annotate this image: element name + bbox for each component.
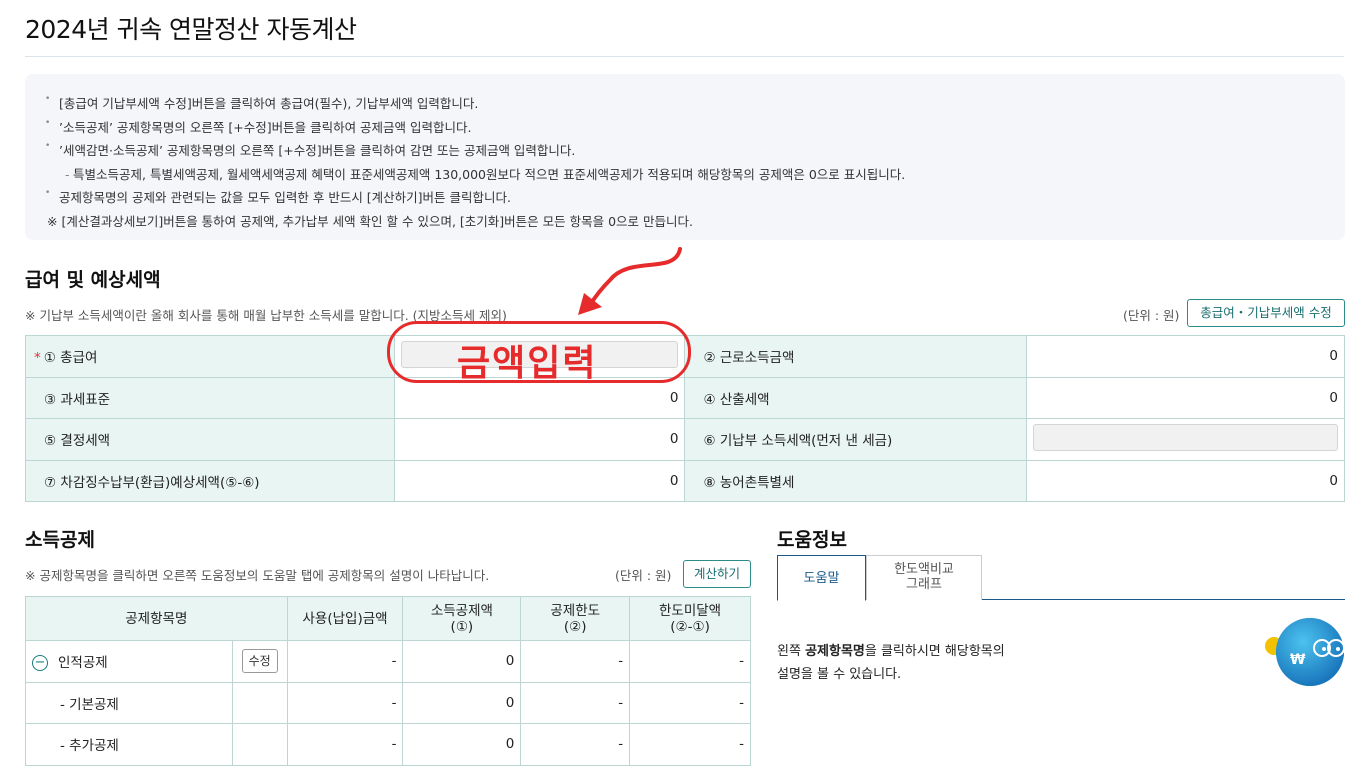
guide-line-4: 특별소득공제, 특별세액공제, 월세액세액공제 혜택이 표준세액공제액 130,… — [43, 163, 1327, 187]
deduction-limit: - — [520, 723, 631, 766]
guide-line-6: ※ [계산결과상세보기]버튼을 통하여 공제액, 추가납부 세액 확인 할 수 … — [47, 213, 693, 229]
guide-line-5: 공제항목명의 공제와 관련되는 값을 모두 입력한 후 반드시 [계산하기]버튼… — [43, 182, 1327, 210]
personal-deduction-name[interactable]: − 인적공제 — [25, 640, 233, 683]
edit-cell: 수정 — [231, 640, 288, 683]
help-text-bold: 공제항목명 — [805, 644, 865, 659]
col-name-header: 공제항목명 — [25, 596, 288, 641]
required-mark: * — [34, 350, 41, 367]
salary-row: ⑤ 결정세액 0 ⑥ 기납부 소득세액(먼저 낸 세금) — [25, 418, 1345, 461]
deduction-note: ※ 공제항목명을 클릭하면 오른쪽 도움정보의 도움말 탭에 공제항목의 설명이… — [25, 568, 490, 583]
col-limit-sub: (②) — [563, 618, 587, 635]
deduction-header-row: 공제항목명 사용(납입)금액 소득공제액 (①) 공제한도 (②) 한도미달액 (②-… — [25, 596, 751, 641]
help-text-suffix: 을 클릭하시면 해당항목의 — [864, 644, 1005, 659]
guide-line-2: ’소득공제’ 공제항목명의 오른쪽 [+수정]버튼을 클릭하여 공제금액 입력합… — [43, 112, 1327, 140]
help-text-prefix: 왼쪽 — [777, 644, 806, 659]
used-amount: - — [286, 640, 404, 683]
col-amount-sub: (①) — [450, 618, 474, 635]
edit-cell — [231, 681, 288, 724]
used-amount: - — [286, 723, 404, 766]
table-row: − 인적공제 수정 - 0 - - — [25, 640, 751, 683]
under-limit: - — [629, 681, 751, 724]
table-row: - 기본공제 - 0 - - — [25, 681, 751, 724]
earned-income-label: ② 근로소득금액 — [684, 335, 1028, 378]
page-title: 2024년 귀속 연말정산 자동계산 — [25, 15, 357, 44]
salary-row: ⑦ 차감징수납부(환급)예상세액(⑤-⑥) 0 ⑧ 농어촌특별세 0 — [25, 459, 1345, 502]
deduction-amount: 0 — [402, 723, 522, 766]
title-divider — [25, 56, 1344, 57]
personal-deduction-edit-button[interactable]: 수정 — [241, 649, 278, 674]
col-under-sub: (②-①) — [670, 618, 710, 635]
annotation-arrow-icon — [578, 247, 682, 315]
earned-income-value: 0 — [1026, 335, 1345, 378]
used-amount: - — [286, 681, 404, 724]
determined-tax-label: ⑤ 결정세액 — [25, 418, 395, 461]
tax-base-label: ③ 과세표준 — [25, 376, 395, 419]
total-salary-label-text: ① 총급여 — [43, 350, 98, 367]
expected-tax-label: ⑦ 차감징수납부(환급)예상세액(⑤-⑥) — [25, 459, 395, 502]
personal-deduction-label: 인적공제 — [58, 655, 108, 672]
salary-edit-button[interactable]: 총급여・기납부세액 수정 — [1187, 299, 1345, 327]
mascot-icon: ₩ — [1265, 618, 1345, 686]
deduction-heading: 소득공제 — [25, 529, 95, 551]
help-tabs: 도움말 한도액비교 그래프 — [777, 555, 1345, 601]
tab-help-label: 도움말 — [803, 571, 840, 586]
deduction-unit: (단위 : 원) — [615, 568, 672, 583]
tab-limit-graph-label: 한도액비교 그래프 — [894, 562, 954, 592]
calculated-tax-label: ④ 산출세액 — [684, 376, 1028, 419]
tab-limit-graph[interactable]: 한도액비교 그래프 — [866, 555, 982, 600]
under-limit: - — [629, 640, 751, 683]
under-limit: - — [629, 723, 751, 766]
col-amount-title: 소득공제액 — [430, 602, 493, 619]
additional-deduction-name[interactable]: - 추가공제 — [25, 723, 233, 766]
deduction-table: 공제항목명 사용(납입)금액 소득공제액 (①) 공제한도 (②) 한도미달액 (②-… — [25, 596, 751, 766]
salary-unit: (단위 : 원) — [1123, 308, 1180, 323]
mascot-symbol: ₩ — [1290, 652, 1306, 668]
help-description: 왼쪽 공제항목명을 클릭하시면 해당항목의 설명을 볼 수 있습니다. — [777, 640, 1005, 686]
total-salary-label: * ① 총급여 — [25, 335, 395, 378]
col-limit-header: 공제한도 (②) — [520, 596, 631, 641]
col-used-header: 사용(납입)금액 — [286, 596, 404, 641]
salary-heading: 급여 및 예상세액 — [25, 269, 161, 291]
guide-line-3: ’세액감면·소득공제’ 공제항목명의 오른쪽 [+수정]버튼을 클릭하여 감면 … — [43, 135, 1327, 163]
help-text-line2: 설명을 볼 수 있습니다. — [777, 667, 902, 682]
deduction-limit: - — [520, 681, 631, 724]
salary-row: ③ 과세표준 0 ④ 산출세액 0 — [25, 376, 1345, 419]
tab-help[interactable]: 도움말 — [777, 555, 866, 601]
col-amount-header: 소득공제액 (①) — [402, 596, 522, 641]
expected-tax-value: 0 — [393, 459, 686, 502]
rural-tax-value: 0 — [1026, 459, 1345, 502]
deduction-limit: - — [520, 640, 631, 683]
calculate-button[interactable]: 계산하기 — [683, 560, 751, 588]
edit-cell — [231, 723, 288, 766]
guide-line-1: [총급여 기납부세액 수정]버튼을 클릭하여 총급여(필수), 기납부세액 입력… — [43, 88, 1327, 116]
col-under-title: 한도미달액 — [659, 602, 722, 619]
prepaid-tax-cell — [1026, 418, 1345, 461]
col-limit-title: 공제한도 — [550, 602, 601, 619]
collapse-icon[interactable]: − — [32, 655, 48, 672]
deduction-amount: 0 — [402, 640, 522, 683]
basic-deduction-name[interactable]: - 기본공제 — [25, 681, 233, 724]
guide-box: [총급여 기납부세액 수정]버튼을 클릭하여 총급여(필수), 기납부세액 입력… — [25, 74, 1345, 240]
prepaid-tax-label: ⑥ 기납부 소득세액(먼저 낸 세금) — [684, 418, 1028, 461]
help-heading: 도움정보 — [777, 529, 847, 551]
amount-input-callout-text: 금액입력 — [457, 343, 598, 384]
col-under-header: 한도미달액 (②-①) — [629, 596, 751, 641]
calculated-tax-value: 0 — [1026, 376, 1345, 419]
determined-tax-value: 0 — [393, 418, 686, 461]
rural-tax-label: ⑧ 농어촌특별세 — [684, 459, 1028, 502]
prepaid-tax-input[interactable] — [1033, 423, 1338, 451]
deduction-amount: 0 — [402, 681, 522, 724]
table-row: - 추가공제 - 0 - - — [25, 723, 751, 766]
